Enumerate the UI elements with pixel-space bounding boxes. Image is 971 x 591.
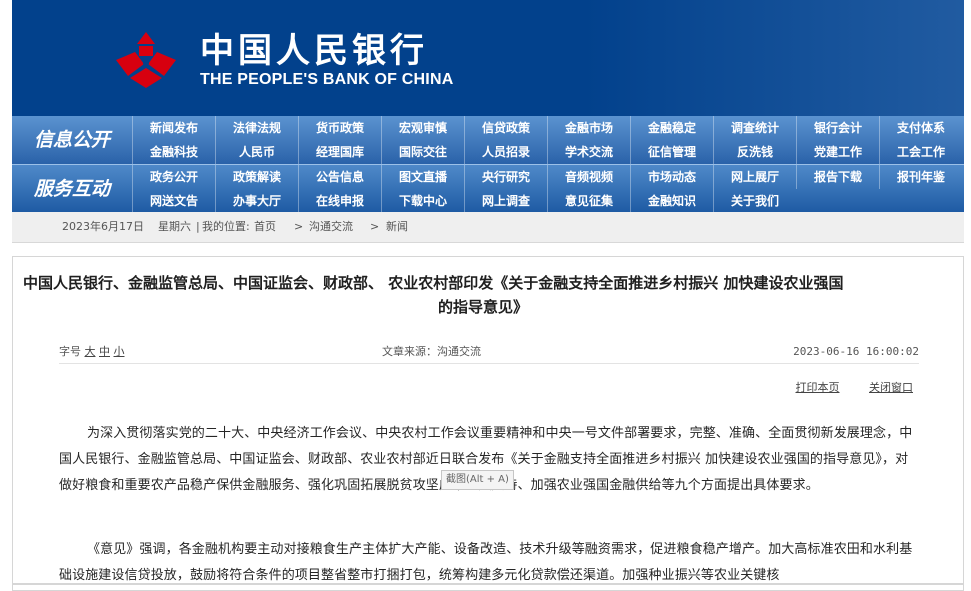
nav-service-item[interactable]: 政务公开 bbox=[132, 165, 215, 189]
breadcrumb-level1[interactable]: 沟通交流 bbox=[309, 212, 353, 242]
nav-service-item[interactable]: 下载中心 bbox=[381, 189, 464, 213]
site-header: 中国人民银行 THE PEOPLE'S BANK OF CHINA bbox=[12, 0, 964, 119]
brand-title-en: THE PEOPLE'S BANK OF CHINA bbox=[200, 71, 454, 88]
breadcrumb: 2023年6月17日 星期六 | 我的位置: 首页 > 沟通交流 > 新闻 bbox=[12, 212, 964, 243]
nav-info-item[interactable]: 银行会计 bbox=[796, 116, 879, 140]
breadcrumb-divider: | bbox=[196, 220, 200, 233]
nav-service-item[interactable]: 政策解读 bbox=[215, 165, 298, 189]
breadcrumb-sep: > bbox=[294, 220, 304, 233]
nav-info-item[interactable]: 国际交往 bbox=[381, 140, 464, 164]
main-nav: 信息公开 新闻发布 法律法规 货币政策 宏观审慎 信贷政策 金融市场 金融稳定 调查统计 银行会… bbox=[12, 116, 964, 213]
nav-service-item[interactable]: 公告信息 bbox=[298, 165, 381, 189]
nav-service-item[interactable]: 关于我们 bbox=[713, 189, 796, 213]
nav-info-item[interactable]: 人员招录 bbox=[464, 140, 547, 164]
nav-info-item[interactable]: 人民币 bbox=[215, 140, 298, 164]
nav-info-item[interactable]: 货币政策 bbox=[298, 116, 381, 140]
article-actions: 打印本页 关闭窗口 bbox=[770, 379, 914, 395]
close-window-link[interactable]: 关闭窗口 bbox=[869, 381, 913, 394]
nav-info-item[interactable]: 学术交流 bbox=[547, 140, 630, 164]
nav-info-item[interactable]: 党建工作 bbox=[796, 140, 879, 164]
nav-info-item[interactable]: 信贷政策 bbox=[464, 116, 547, 140]
font-medium-button[interactable]: 中 bbox=[99, 345, 110, 358]
screenshot-tooltip: 截图(Alt + A) bbox=[441, 470, 514, 490]
nav-info-item[interactable]: 金融稳定 bbox=[630, 116, 713, 140]
location-label: 我的位置: bbox=[202, 220, 250, 233]
breadcrumb-home[interactable]: 首页 bbox=[254, 212, 276, 242]
nav-info-item[interactable]: 反洗钱 bbox=[713, 140, 796, 164]
article-title-line2: 的指导意见》 bbox=[438, 298, 529, 316]
nav-grid-info: 新闻发布 法律法规 货币政策 宏观审慎 信贷政策 金融市场 金融稳定 调查统计 银行会计 支付体系… bbox=[132, 116, 964, 164]
nav-service-item[interactable]: 网送文告 bbox=[132, 189, 215, 213]
nav-info-item[interactable]: 经理国库 bbox=[298, 140, 381, 164]
current-weekday: 星期六 bbox=[158, 220, 191, 233]
font-small-button[interactable]: 小 bbox=[114, 345, 125, 358]
nav-service-item[interactable]: 报刊年鉴 bbox=[879, 165, 962, 189]
breadcrumb-level2[interactable]: 新闻 bbox=[386, 212, 408, 242]
font-size-controls: 字号 大 中 小 bbox=[59, 341, 125, 363]
article-title-line1: 中国人民银行、金融监管总局、中国证监会、财政部、 农业农村部印发《关于金融支持全… bbox=[23, 274, 844, 292]
nav-group-info: 信息公开 新闻发布 法律法规 货币政策 宏观审慎 信贷政策 金融市场 金融稳定 调查统计 银行会… bbox=[12, 116, 964, 164]
nav-info-item[interactable]: 新闻发布 bbox=[132, 116, 215, 140]
nav-service-item[interactable]: 意见征集 bbox=[547, 189, 630, 213]
article-meta: 字号 大 中 小 文章来源：沟通交流 2023-06-16 16:00:02 bbox=[59, 341, 919, 364]
header-gradient bbox=[584, 0, 964, 116]
nav-service-item[interactable]: 网上展厅 bbox=[713, 165, 796, 189]
breadcrumb-sep: > bbox=[370, 220, 380, 233]
nav-info-item[interactable]: 工会工作 bbox=[879, 140, 962, 164]
nav-service-item[interactable]: 办事大厅 bbox=[215, 189, 298, 213]
article-card: 中国人民银行、金融监管总局、中国证监会、财政部、 农业农村部印发《关于金融支持全… bbox=[12, 256, 964, 591]
nav-info-item[interactable]: 调查统计 bbox=[713, 116, 796, 140]
nav-info-item[interactable]: 支付体系 bbox=[879, 116, 962, 140]
nav-service-item[interactable]: 金融知识 bbox=[630, 189, 713, 213]
article-paragraph-2: 《意见》强调，各金融机构要主动对接粮食生产主体扩大产能、设备改造、技术升级等融资… bbox=[59, 542, 913, 583]
nav-group-label-service: 服务互动 bbox=[33, 178, 110, 200]
print-page-link[interactable]: 打印本页 bbox=[796, 381, 840, 394]
nav-service-item[interactable]: 音频视频 bbox=[547, 165, 630, 189]
nav-group-label-info: 信息公开 bbox=[33, 129, 110, 151]
nav-info-item[interactable]: 金融市场 bbox=[547, 116, 630, 140]
pboc-logo-icon[interactable] bbox=[108, 30, 184, 90]
font-size-label: 字号 bbox=[59, 345, 81, 358]
nav-info-item[interactable]: 征信管理 bbox=[630, 140, 713, 164]
nav-service-item[interactable]: 报告下载 bbox=[796, 165, 879, 189]
article-source: 文章来源：沟通交流 bbox=[382, 345, 481, 358]
nav-group-service: 服务互动 政务公开 政策解读 公告信息 图文直播 央行研究 音频视频 市场动态 网上展厅 报告下… bbox=[12, 164, 964, 213]
nav-info-item[interactable]: 宏观审慎 bbox=[381, 116, 464, 140]
font-large-button[interactable]: 大 bbox=[85, 345, 96, 358]
nav-grid-service: 政务公开 政策解读 公告信息 图文直播 央行研究 音频视频 市场动态 网上展厅 报告下载 报刊年鉴… bbox=[132, 165, 964, 213]
nav-service-item[interactable]: 图文直播 bbox=[381, 165, 464, 189]
nav-service-item[interactable]: 网上调查 bbox=[464, 189, 547, 213]
nav-info-item[interactable]: 金融科技 bbox=[132, 140, 215, 164]
nav-service-item[interactable]: 在线申报 bbox=[298, 189, 381, 213]
brand-title-cn: 中国人民银行 bbox=[200, 31, 428, 71]
nav-info-item[interactable]: 法律法规 bbox=[215, 116, 298, 140]
article-datetime: 2023-06-16 16:00:02 bbox=[793, 345, 919, 358]
nav-service-item[interactable]: 央行研究 bbox=[464, 165, 547, 189]
nav-service-item[interactable]: 市场动态 bbox=[630, 165, 713, 189]
current-date: 2023年6月17日 bbox=[62, 220, 144, 233]
